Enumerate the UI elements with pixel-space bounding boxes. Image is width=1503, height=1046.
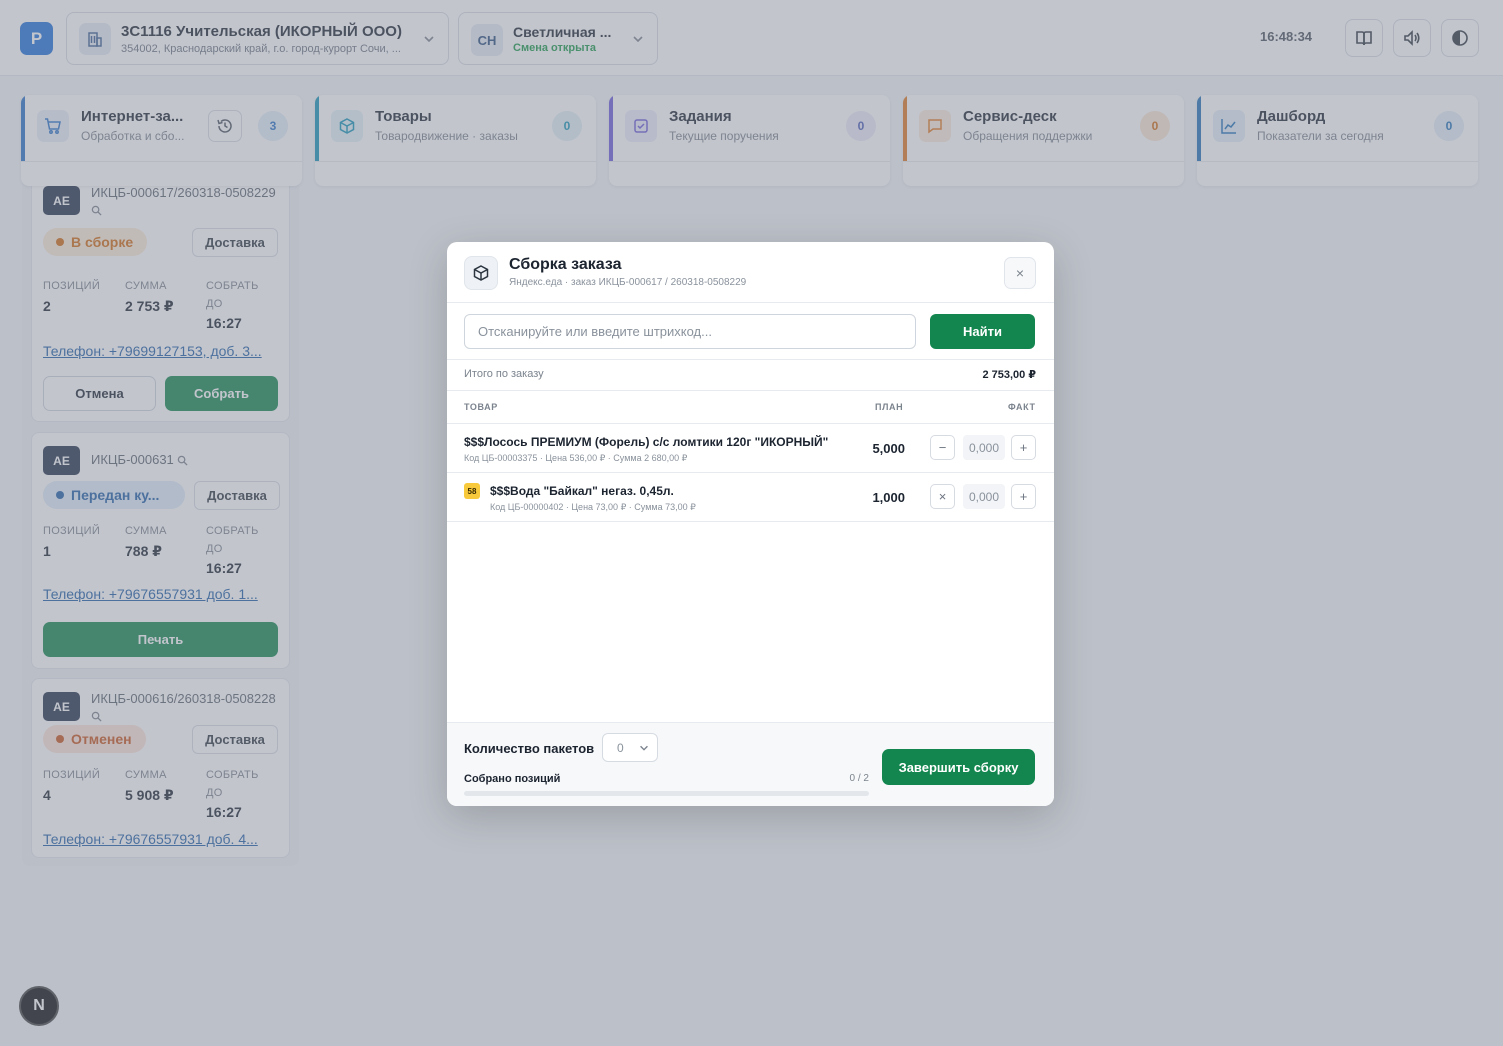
column-plan: ПЛАН [875, 402, 904, 412]
barcode-input[interactable] [464, 314, 916, 349]
increment-button[interactable]: + [1011, 435, 1036, 460]
decrement-button[interactable]: − [930, 435, 955, 460]
plan-qty: 1,000 [872, 490, 905, 505]
product-name: $$$Вода "Байкал" негаз. 0,45л. [490, 484, 674, 498]
fact-qty-input[interactable]: 0,000 [963, 484, 1005, 509]
packages-select[interactable]: 0 [602, 733, 658, 762]
plan-qty: 5,000 [872, 441, 905, 456]
divider [447, 390, 1054, 391]
divider [447, 359, 1054, 360]
packages-label: Количество пакетов [464, 741, 595, 756]
product-meta: Код ЦБ-00000402 · Цена 73,00 ₽ · Сумма 7… [490, 502, 696, 512]
order-total-label: Итого по заказу [464, 368, 544, 380]
modal-subtitle: Яндекс.еда · заказ ИКЦБ-000617 / 260318-… [509, 277, 747, 288]
packages-value: 0 [617, 741, 624, 755]
modal-title: Сборка заказа [509, 256, 622, 273]
find-button[interactable]: Найти [930, 314, 1035, 349]
chevron-down-icon [640, 745, 648, 751]
table-row: 58 $$$Вода "Байкал" негаз. 0,45л. Код ЦБ… [447, 473, 1054, 522]
product-tag-icon: 58 [464, 483, 480, 499]
modal-footer: Количество пакетов 0 Собрано позиций 0 /… [447, 722, 1054, 806]
close-button[interactable]: × [1004, 257, 1036, 289]
close-icon: × [1015, 265, 1025, 281]
clear-button[interactable]: × [930, 484, 955, 509]
product-meta: Код ЦБ-00003375 · Цена 536,00 ₽ · Сумма … [464, 453, 688, 463]
table-row: $$$Лосось ПРЕМИУМ (Форель) с/с ломтики 1… [447, 424, 1054, 473]
divider [447, 302, 1054, 303]
collected-count: 0 / 2 [849, 773, 869, 784]
collected-progress [464, 791, 869, 796]
box-icon [464, 256, 498, 290]
order-assembly-modal: Сборка заказа Яндекс.еда · заказ ИКЦБ-00… [447, 242, 1054, 806]
finish-assembly-button[interactable]: Завершить сборку [882, 749, 1035, 785]
collected-label: Собрано позиций [464, 773, 561, 785]
product-name: $$$Лосось ПРЕМИУМ (Форель) с/с ломтики 1… [464, 435, 829, 449]
order-total-value: 2 753,00 ₽ [982, 369, 1036, 381]
column-fact: ФАКТ [1008, 402, 1036, 412]
fact-qty-input[interactable]: 0,000 [963, 435, 1005, 460]
increment-button[interactable]: + [1011, 484, 1036, 509]
column-product: ТОВАР [464, 402, 498, 412]
